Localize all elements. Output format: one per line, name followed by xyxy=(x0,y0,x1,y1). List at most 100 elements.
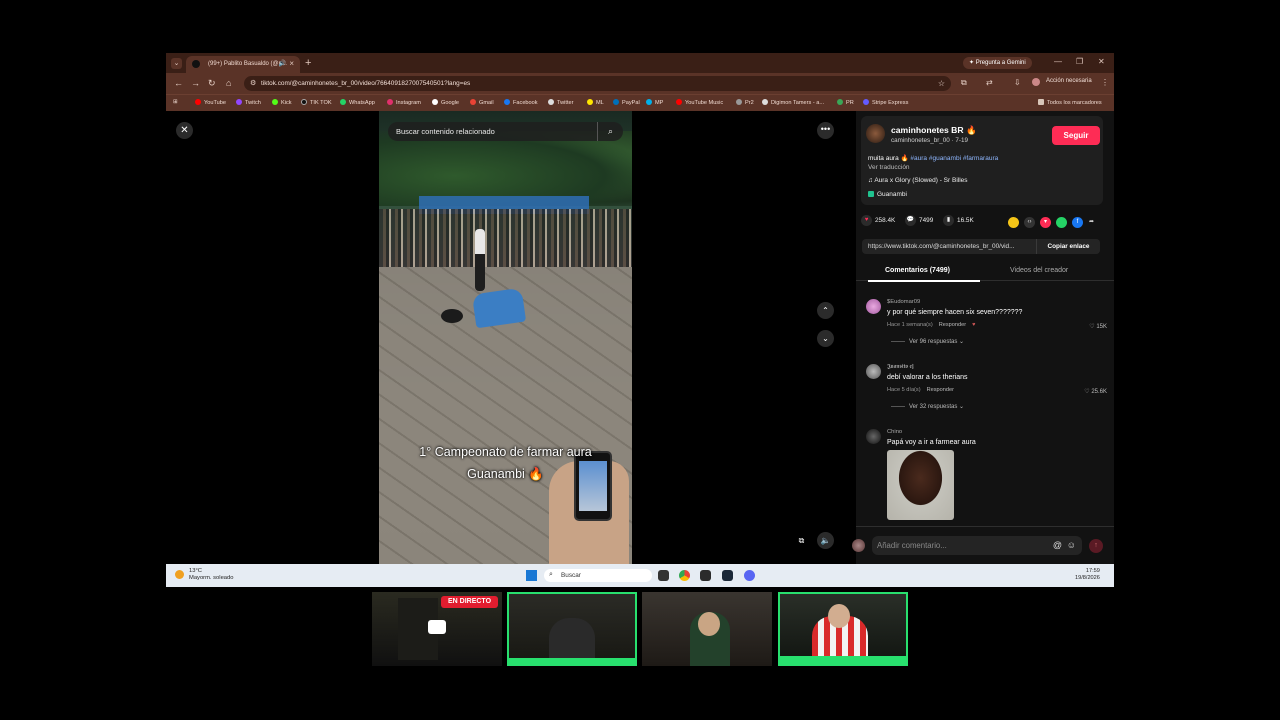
like-button[interactable]: ♥ 258.4K xyxy=(861,215,895,226)
creator-handle[interactable]: caminhonetes_br_00 · 7-19 xyxy=(891,137,968,144)
previous-video-button[interactable]: ⌃ xyxy=(817,302,834,319)
bookmark-pr[interactable]: PR xyxy=(837,99,854,106)
reload-icon[interactable]: ↻ xyxy=(208,78,216,89)
bookmark-google[interactable]: Google xyxy=(432,99,459,106)
site-info-icon[interactable]: ⚙ xyxy=(250,79,256,87)
share-facebook-icon[interactable]: f xyxy=(1072,217,1083,228)
comment-image[interactable] xyxy=(887,450,954,520)
location-link[interactable]: Guanambi xyxy=(868,191,907,198)
app-icon[interactable] xyxy=(700,570,711,581)
more-options-icon[interactable]: ••• xyxy=(817,122,834,139)
translate-icon[interactable]: ⇄ xyxy=(986,78,993,87)
comment-like-button[interactable]: ♡ 25.6K xyxy=(1084,388,1107,395)
forward-arrow-icon[interactable]: → xyxy=(191,78,200,88)
view-replies-button[interactable]: Ver 32 respuestas ⌄ xyxy=(891,403,964,410)
commenter-avatar[interactable] xyxy=(866,364,881,379)
discord-icon[interactable] xyxy=(744,570,755,581)
reply-button[interactable]: Responder xyxy=(939,322,966,328)
tab-comments[interactable]: Comentarios (7499) xyxy=(885,267,950,274)
bookmark-instagram[interactable]: Instagram xyxy=(387,99,421,106)
new-tab-button[interactable]: + xyxy=(305,57,311,69)
bookmark-digimon[interactable]: Digimon Tamers - a... xyxy=(762,99,824,106)
bookmark-pr2[interactable]: Pr2 xyxy=(736,99,754,106)
commenter-name[interactable]: $Eudomar09 xyxy=(887,299,920,305)
music-link[interactable]: ♫ Aura x Glory (Slowed) - Sr Billes xyxy=(868,177,968,184)
bookmark-stripe[interactable]: Stripe Express xyxy=(863,99,908,106)
tab-search-button[interactable]: ⌄ xyxy=(171,58,182,69)
bookmark-facebook[interactable]: Facebook xyxy=(504,99,538,106)
weather-widget[interactable]: 13°C Mayorm. soleado xyxy=(175,568,233,582)
kebab-menu-icon[interactable]: ⋮ xyxy=(1101,78,1109,87)
video-link-box[interactable]: https://www.tiktok.com/@caminhonetes_br_… xyxy=(862,239,1100,254)
speaker-icon[interactable]: 🔊 xyxy=(279,60,286,67)
address-bar[interactable]: ⚙ tiktok.com/@caminhonetes_br_00/video/7… xyxy=(244,76,951,91)
next-video-button[interactable]: ⌄ xyxy=(817,330,834,347)
bookmark-paypal[interactable]: PayPal xyxy=(613,99,640,106)
bookmark-youtube[interactable]: YouTube xyxy=(195,99,226,106)
commenter-avatar[interactable] xyxy=(866,299,881,314)
creator-liked-icon: ♥ xyxy=(972,322,976,328)
system-clock[interactable]: 17:59 19/8/2026 xyxy=(1075,568,1100,582)
share-send-icon[interactable]: ▾ xyxy=(1040,217,1051,228)
taskbar-search[interactable]: ⌕ Buscar xyxy=(544,569,652,582)
mention-icon[interactable]: @ xyxy=(1053,540,1062,550)
search-icon[interactable]: ⌕ xyxy=(597,122,623,141)
view-replies-button[interactable]: Ver 96 respuestas ⌄ xyxy=(891,338,964,345)
close-video-button[interactable]: ✕ xyxy=(176,122,193,139)
floating-player-icon[interactable]: ⧉ xyxy=(793,532,810,549)
bookmark-twitch[interactable]: Twitch xyxy=(236,99,261,106)
tab-creator-videos[interactable]: Videos del creador xyxy=(1010,267,1068,274)
share-whatsapp-icon[interactable] xyxy=(1056,217,1067,228)
embed-code-icon[interactable]: ‹› xyxy=(1024,217,1035,228)
volume-icon[interactable]: 🔈 xyxy=(817,532,834,549)
bookmark-whatsapp[interactable]: WhatsApp xyxy=(340,99,375,106)
restore-button[interactable]: ❐ xyxy=(1076,57,1083,66)
tab-close-icon[interactable]: × xyxy=(289,59,294,68)
comment-button[interactable]: 💬 7499 xyxy=(905,215,933,226)
action-needed-label[interactable]: Acción necesaria xyxy=(1046,78,1092,84)
window-close-button[interactable]: ✕ xyxy=(1098,57,1105,66)
save-button[interactable]: ▮ 16.5K xyxy=(943,215,974,226)
home-icon[interactable]: ⌂ xyxy=(226,78,231,88)
bookmark-tiktok[interactable]: TIK TOK xyxy=(301,99,332,106)
commenter-name[interactable]: Chino xyxy=(887,429,902,435)
back-arrow-icon[interactable]: ← xyxy=(174,78,183,88)
bookmark-gmail[interactable]: Gmail xyxy=(470,99,494,106)
creator-name[interactable]: caminhonetes BR 🔥 xyxy=(891,125,977,136)
creator-avatar[interactable] xyxy=(866,124,885,143)
apps-grid-icon[interactable]: ⊞ xyxy=(173,99,178,105)
commenter-name[interactable]: 𝕵𝖚𝖆𝖓𝖘𝖎𝖙𝖔 𝖊𝖏 xyxy=(887,364,914,371)
bookmark-youtube-music[interactable]: YouTube Music xyxy=(676,99,723,106)
related-search-input[interactable]: Buscar contenido relacionado ⌕ xyxy=(388,122,623,141)
browser-tab-active[interactable]: (99+) Pablito Basualdo (@p... 🔊 × xyxy=(186,56,300,73)
comment-like-button[interactable]: ♡ 15K xyxy=(1089,323,1107,330)
bookmark-ml[interactable]: ML xyxy=(587,99,604,106)
steam-icon[interactable] xyxy=(722,570,733,581)
minimize-button[interactable]: — xyxy=(1054,57,1062,66)
extensions-icon[interactable]: ⧉ xyxy=(961,78,967,88)
task-view-icon[interactable] xyxy=(658,570,669,581)
follow-button[interactable]: Seguir xyxy=(1052,126,1100,145)
description-hashtags[interactable]: #aura #guanambi #farmaraura xyxy=(910,155,998,162)
send-arrow-icon[interactable]: ↑ xyxy=(1089,539,1103,553)
bookmark-mp[interactable]: MP xyxy=(646,99,663,106)
all-bookmarks-button[interactable]: Todos los marcadores xyxy=(1038,99,1102,106)
share-arrow-icon[interactable]: ➦ xyxy=(1086,217,1097,228)
see-translation-link[interactable]: Ver traducción xyxy=(868,164,910,171)
commenter-avatar[interactable] xyxy=(866,429,881,444)
copy-link-button[interactable]: Copiar enlace xyxy=(1036,239,1100,254)
downloads-icon[interactable]: ⇩ xyxy=(1014,78,1021,87)
profile-avatar[interactable] xyxy=(1032,78,1040,86)
reply-button[interactable]: Responder xyxy=(927,387,954,393)
share-coin-icon[interactable] xyxy=(1008,217,1019,228)
bookmark-star-icon[interactable]: ☆ xyxy=(938,79,945,88)
video-player[interactable]: Buscar contenido relacionado ⌕ 1° Campeo… xyxy=(379,111,632,564)
bookmark-twitter[interactable]: Twitter xyxy=(548,99,573,106)
windows-start-icon[interactable] xyxy=(526,570,537,581)
gemini-button[interactable]: ✦ Pregunta a Gemini xyxy=(963,57,1032,69)
comment-meta: Hace 1 semana(s) Responder ♥ xyxy=(887,322,981,328)
chrome-icon[interactable] xyxy=(679,570,690,581)
comment-input[interactable]: Añadir comentario... @ ☺ xyxy=(872,536,1082,555)
bookmark-kick[interactable]: Kick xyxy=(272,99,292,106)
emoji-icon[interactable]: ☺ xyxy=(1067,540,1076,550)
